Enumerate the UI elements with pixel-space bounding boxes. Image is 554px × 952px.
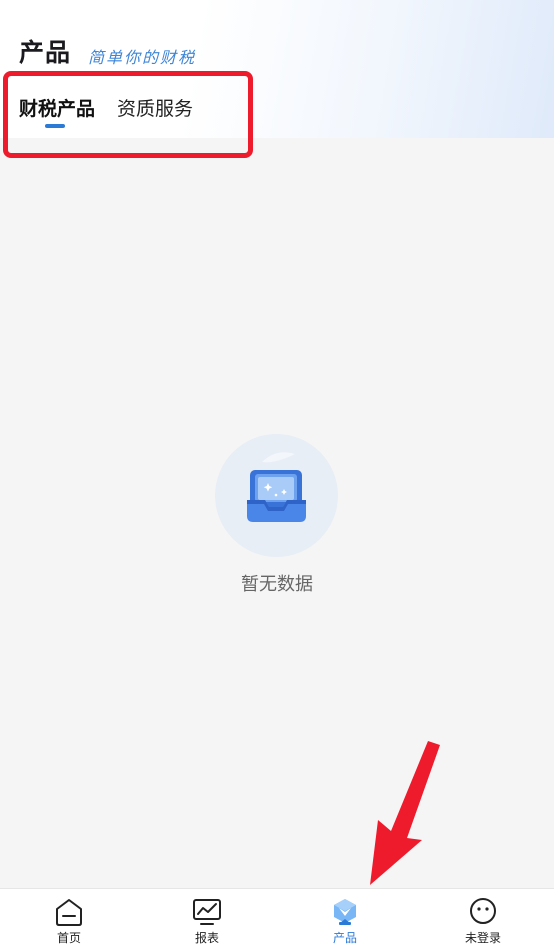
nav-label-home: 首页 — [56, 931, 81, 945]
face-icon — [470, 898, 496, 924]
chart-icon — [193, 899, 221, 925]
empty-inbox-icon — [247, 452, 306, 522]
nav-item-login[interactable]: 未登录 — [414, 889, 552, 952]
empty-state-message: 暂无数据 — [241, 574, 313, 595]
annotation-arrow-icon — [370, 741, 440, 885]
home-icon — [56, 899, 82, 926]
product-icon — [334, 899, 356, 925]
page-slogan: 简单你的财税 — [88, 48, 197, 67]
nav-label-products: 产品 — [332, 931, 357, 945]
page-title: 产品 — [19, 38, 72, 67]
nav-item-reports[interactable]: 报表 — [138, 889, 276, 952]
nav-label-login: 未登录 — [464, 931, 501, 945]
bottom-navigation: 首页 报表 产品 未登录 — [0, 888, 554, 952]
nav-label-reports: 报表 — [194, 931, 219, 945]
nav-item-home[interactable]: 首页 — [0, 889, 138, 952]
nav-item-products[interactable]: 产品 — [276, 889, 414, 952]
annotation-highlight-box — [3, 71, 253, 158]
empty-state-circle — [215, 434, 338, 557]
